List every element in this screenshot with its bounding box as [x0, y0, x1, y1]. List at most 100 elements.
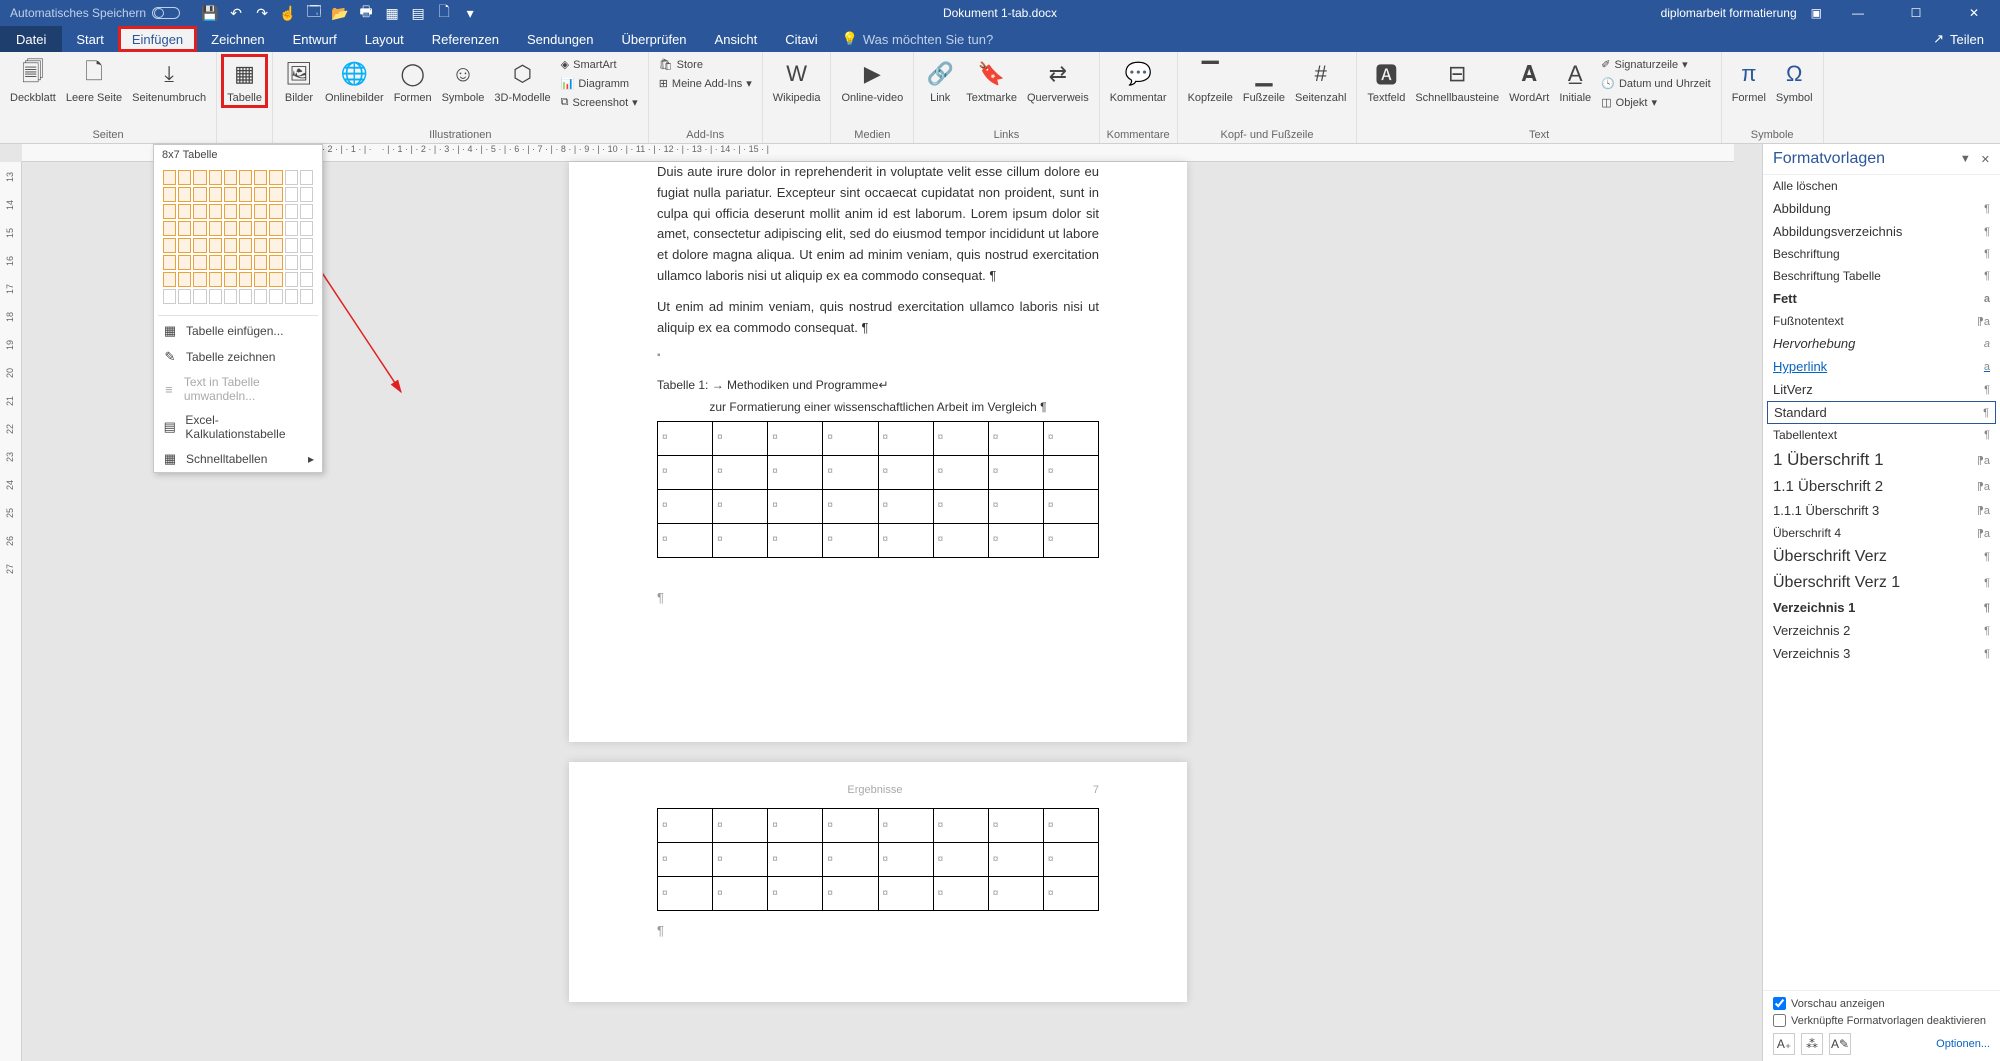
- grid-cell[interactable]: [163, 238, 176, 253]
- style-item[interactable]: 1.1.1 Überschrift 3⁋a: [1763, 499, 2000, 522]
- autosave-toggle[interactable]: Automatisches Speichern: [10, 6, 180, 20]
- style-item[interactable]: LitVerz¶: [1763, 378, 2000, 401]
- grid-cell[interactable]: [285, 238, 298, 253]
- textbox-button[interactable]: 🅰Textfeld: [1363, 56, 1409, 106]
- table-caption[interactable]: Tabelle 1: → Methodiken und Programme↵: [657, 376, 1099, 395]
- page-2[interactable]: Ergebnisse 7 ¤¤¤¤¤¤¤¤ ¤¤¤¤¤¤¤¤ ¤¤¤¤¤¤¤¤ …: [569, 762, 1187, 1002]
- grid-cell[interactable]: [224, 238, 237, 253]
- manage-styles-button[interactable]: A✎: [1829, 1033, 1851, 1055]
- wikipedia-button[interactable]: WWikipedia: [769, 56, 825, 106]
- table-icon[interactable]: ▦: [384, 5, 400, 21]
- styles-options-link[interactable]: Optionen...: [1936, 1038, 1990, 1050]
- grid-cell[interactable]: [300, 221, 313, 236]
- grid-cell[interactable]: [269, 221, 282, 236]
- grid-cell[interactable]: [224, 170, 237, 185]
- grid-cell[interactable]: [269, 170, 282, 185]
- grid-cell[interactable]: [254, 221, 267, 236]
- chart-button[interactable]: 📊 Diagramm: [557, 75, 642, 92]
- grid-cell[interactable]: [254, 170, 267, 185]
- grid-cell[interactable]: [269, 289, 282, 304]
- 3d-models-button[interactable]: ⬡3D-Modelle: [490, 56, 554, 106]
- tab-citavi[interactable]: Citavi: [771, 26, 832, 52]
- online-video-button[interactable]: ▶Online-video: [837, 56, 907, 106]
- smartart-button[interactable]: ◈ SmartArt: [557, 56, 642, 73]
- grid-cell[interactable]: [209, 289, 222, 304]
- grid-cell[interactable]: [224, 204, 237, 219]
- grid-cell[interactable]: [285, 187, 298, 202]
- tab-review[interactable]: Überprüfen: [608, 26, 701, 52]
- style-item[interactable]: 1.1 Überschrift 2⁋a: [1763, 474, 2000, 499]
- grid-cell[interactable]: [285, 204, 298, 219]
- tab-start[interactable]: Start: [62, 26, 117, 52]
- style-item[interactable]: Verzeichnis 2¶: [1763, 619, 2000, 642]
- online-pictures-button[interactable]: 🌐Onlinebilder: [321, 56, 388, 106]
- tab-mailings[interactable]: Sendungen: [513, 26, 608, 52]
- grid-cell[interactable]: [178, 289, 191, 304]
- style-item[interactable]: Beschriftung Tabelle¶: [1763, 265, 2000, 287]
- grid-cell[interactable]: [163, 204, 176, 219]
- style-item[interactable]: Beschriftung¶: [1763, 243, 2000, 265]
- table-size-grid[interactable]: [154, 165, 322, 313]
- bookmark-button[interactable]: 🔖Textmarke: [962, 56, 1021, 106]
- grid-cell[interactable]: [285, 170, 298, 185]
- grid-cell[interactable]: [178, 238, 191, 253]
- grid-cell[interactable]: [285, 221, 298, 236]
- excel-spreadsheet-menu[interactable]: ▤Excel-Kalkulationstabelle: [154, 408, 322, 446]
- style-item[interactable]: Hervorhebunga: [1763, 332, 2000, 355]
- grid-cell[interactable]: [239, 170, 252, 185]
- grid-cell[interactable]: [163, 272, 176, 287]
- page-break-button[interactable]: ⤓Seitenumbruch: [128, 56, 210, 106]
- signature-button[interactable]: ✐ Signaturzeile ▾: [1597, 56, 1714, 73]
- datetime-button[interactable]: 🕓 Datum und Uhrzeit: [1597, 75, 1714, 92]
- style-item[interactable]: Verzeichnis 3¶: [1763, 642, 2000, 665]
- grid-cell[interactable]: [224, 187, 237, 202]
- grid-cell[interactable]: [178, 170, 191, 185]
- share-button[interactable]: ↗ Teilen: [1917, 26, 2000, 52]
- redo-icon[interactable]: ↷: [254, 5, 270, 21]
- new-doc-icon[interactable]: 🗋: [436, 5, 452, 21]
- grid-cell[interactable]: [269, 187, 282, 202]
- grid-cell[interactable]: [163, 289, 176, 304]
- style-item[interactable]: Fußnotentext⁋a: [1763, 310, 2000, 332]
- grid-cell[interactable]: [254, 255, 267, 270]
- grid-cell[interactable]: [254, 204, 267, 219]
- styles-pane-close-icon[interactable]: ✕: [1981, 153, 1990, 166]
- grid-cell[interactable]: [209, 221, 222, 236]
- grid-cell[interactable]: [178, 272, 191, 287]
- grid-cell[interactable]: [163, 255, 176, 270]
- object-button[interactable]: ◫ Objekt ▾: [1597, 94, 1714, 111]
- grid-cell[interactable]: [300, 289, 313, 304]
- grid-cell[interactable]: [254, 289, 267, 304]
- grid-cell[interactable]: [300, 238, 313, 253]
- grid-cell[interactable]: [178, 187, 191, 202]
- tell-me-search[interactable]: 💡 Was möchten Sie tun?: [842, 26, 994, 52]
- grid-cell[interactable]: [239, 221, 252, 236]
- preview-checkbox[interactable]: Vorschau anzeigen: [1773, 997, 1990, 1010]
- shapes-button[interactable]: ◯Formen: [390, 56, 436, 106]
- comment-button[interactable]: 💬Kommentar: [1106, 56, 1171, 106]
- grid-cell[interactable]: [209, 255, 222, 270]
- grid-cell[interactable]: [254, 187, 267, 202]
- tab-design[interactable]: Entwurf: [279, 26, 351, 52]
- new-style-button[interactable]: A₊: [1773, 1033, 1795, 1055]
- grid-cell[interactable]: [239, 204, 252, 219]
- print-icon[interactable]: 🖶: [358, 5, 374, 21]
- minimize-button[interactable]: —: [1836, 0, 1880, 26]
- styles-pane-dropdown-icon[interactable]: ▼: [1960, 153, 1971, 166]
- footer-button[interactable]: ▁Fußzeile: [1239, 56, 1289, 106]
- grid-cell[interactable]: [300, 255, 313, 270]
- style-item[interactable]: Fetta: [1763, 287, 2000, 310]
- preview-icon[interactable]: 🗔: [306, 5, 322, 21]
- table-button[interactable]: ▦Tabelle: [223, 56, 266, 106]
- disable-linked-checkbox[interactable]: Verknüpfte Formatvorlagen deaktivieren: [1773, 1014, 1990, 1027]
- insert-table-menu[interactable]: ▦Tabelle einfügen...: [154, 318, 322, 344]
- grid-cell[interactable]: [193, 255, 206, 270]
- quick-tables-menu[interactable]: ▦Schnelltabellen▸: [154, 446, 322, 472]
- grid-cell[interactable]: [269, 255, 282, 270]
- style-item[interactable]: Abbildungsverzeichnis¶: [1763, 220, 2000, 243]
- store-button[interactable]: 🛍 Store: [655, 56, 756, 73]
- tab-references[interactable]: Referenzen: [418, 26, 513, 52]
- style-item[interactable]: Hyperlinka: [1763, 355, 2000, 378]
- grid-cell[interactable]: [163, 187, 176, 202]
- myaddins-button[interactable]: ⊞ Meine Add-Ins ▾: [655, 75, 756, 92]
